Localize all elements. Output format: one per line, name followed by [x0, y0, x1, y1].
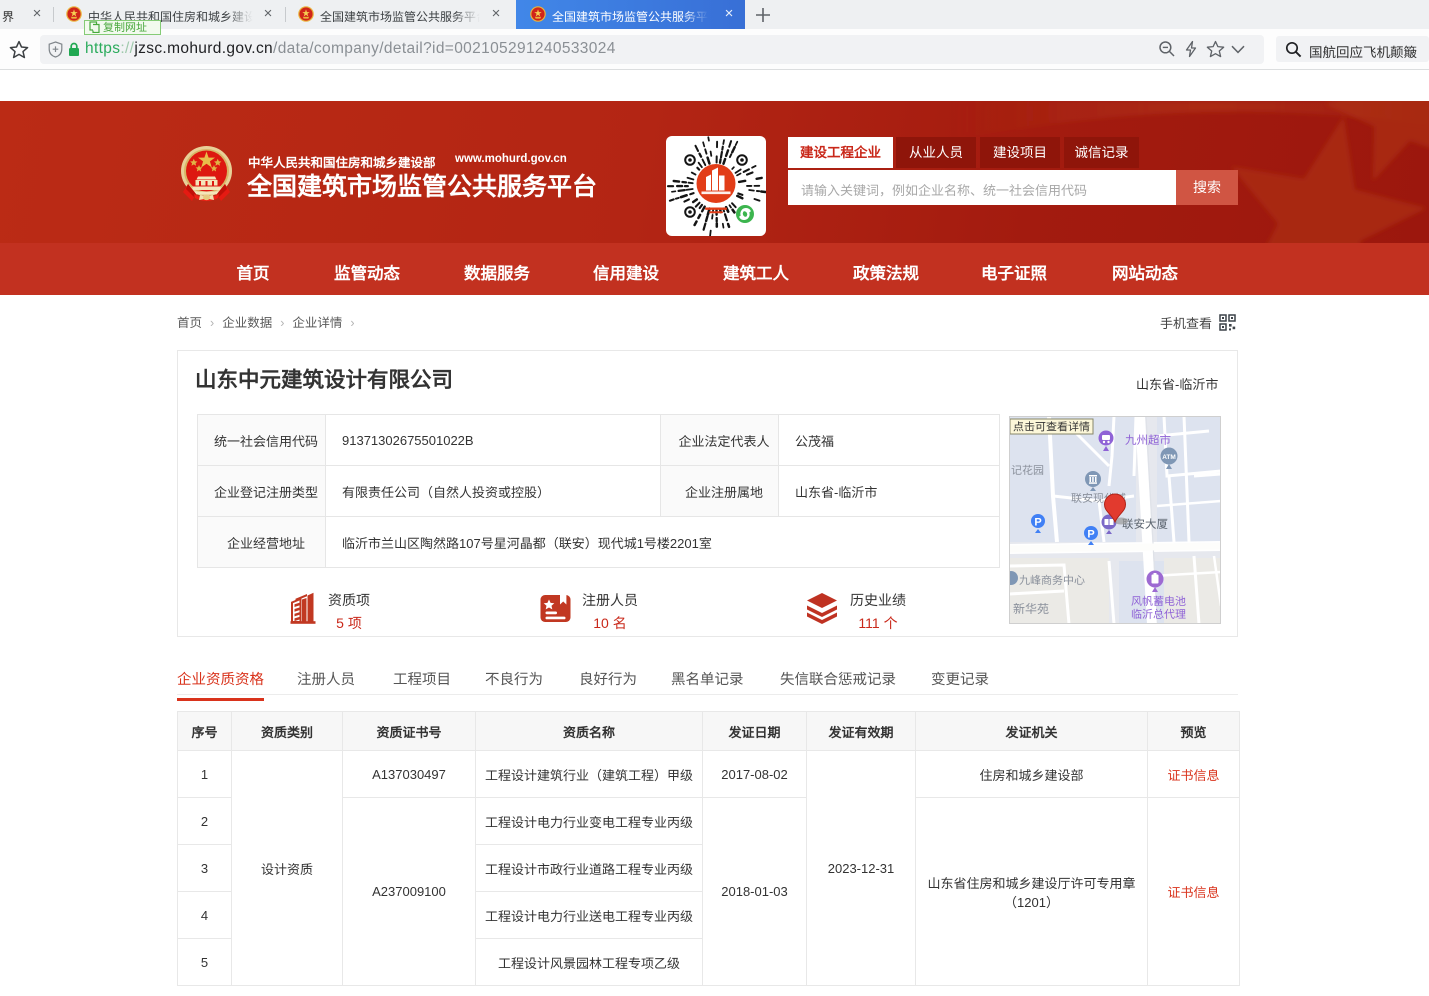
svg-text:P: P: [1087, 529, 1094, 541]
svg-text:九州超市: 九州超市: [1125, 434, 1171, 447]
svg-text:九峰商务中心: 九峰商务中心: [1019, 574, 1085, 587]
svg-text:P: P: [1034, 517, 1041, 529]
svg-text:记花园: 记花园: [1011, 464, 1044, 477]
svg-text:联安大厦: 联安大厦: [1122, 518, 1168, 531]
svg-text:新华苑: 新华苑: [1013, 602, 1049, 616]
svg-text:ATM: ATM: [1162, 454, 1176, 461]
svg-text:风帆蓄电池: 风帆蓄电池: [1131, 595, 1186, 608]
svg-text:点击可查看详情: 点击可查看详情: [1013, 421, 1090, 434]
svg-text:临沂总代理: 临沂总代理: [1131, 608, 1186, 621]
